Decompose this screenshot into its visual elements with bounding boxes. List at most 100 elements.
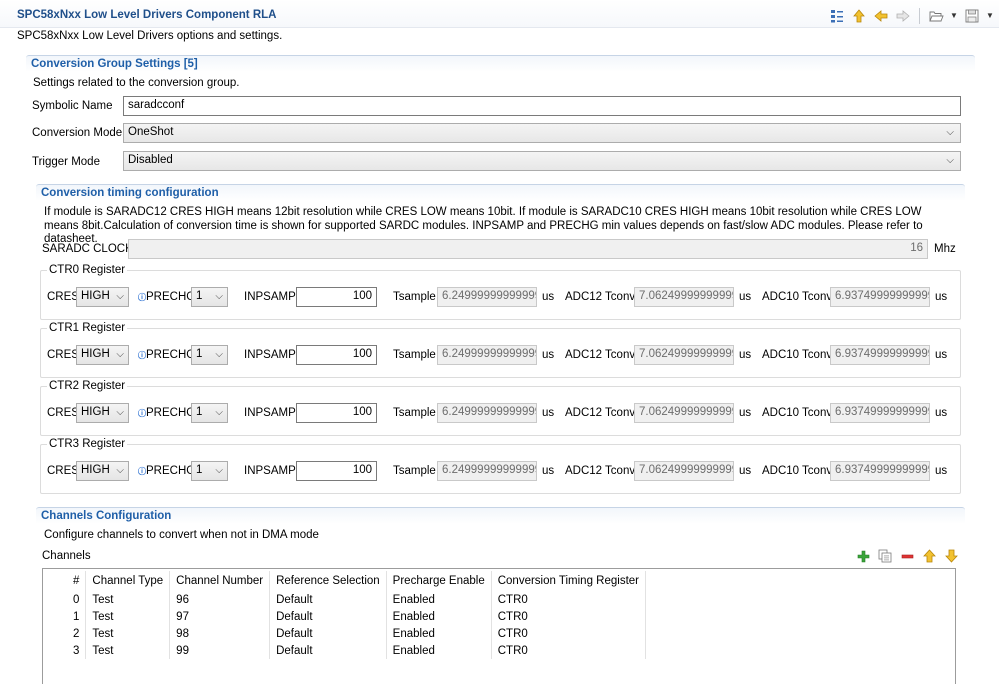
adc12-tconv-label: ADC12 Tconv [565,349,636,361]
chevron-down-icon: ⌵ [946,155,954,166]
tsample-field[interactable]: 6.249999999999999 [437,287,537,307]
table-cell: Test [85,591,171,608]
register-name: CTR1 Register [47,322,128,334]
adc10-tconv-unit: us [935,291,948,303]
trigger-mode-select[interactable]: Disabled ⌵ [123,151,961,171]
timing-title[interactable]: Conversion timing configuration [41,187,219,199]
saradc-clock-field[interactable]: 16 [128,239,928,259]
adc12-tconv-field[interactable]: 7.062499999999999 [634,287,734,307]
table-row[interactable]: 0 Test 96 Default Enabled CTR0 [67,591,647,608]
column-header[interactable]: Reference Selection [269,571,387,591]
inpsamp-input[interactable]: 100 [296,345,377,365]
arrow-up-icon[interactable] [851,8,867,24]
conversion-mode-value: OneShot [128,126,174,138]
info-icon: ⓘ [138,293,146,302]
prechg-label-text: PRECHG [146,407,196,419]
tsample-field[interactable]: 6.249999999999999 [437,461,537,481]
table-cell: Test [85,642,171,659]
conversion-mode-select[interactable]: OneShot ⌵ [123,123,961,143]
adc10-tconv-field[interactable]: 6.937499999999999 [830,461,930,481]
chevron-down-icon: ⌵ [116,291,124,302]
info-icon: ⓘ [138,409,146,418]
adc12-tconv-field[interactable]: 7.062499999999999 [634,345,734,365]
channels-title[interactable]: Channels Configuration [41,510,171,522]
adc10-tconv-unit: us [935,407,948,419]
conversion-group-title[interactable]: Conversion Group Settings [5] [31,58,198,70]
remove-icon[interactable] [899,548,915,564]
column-header[interactable]: Channel Type [85,571,171,591]
adc10-tconv-field[interactable]: 6.937499999999999 [830,287,930,307]
prechg-value: 1 [196,464,203,476]
prechg-select[interactable]: 1 ⌵ [191,461,228,481]
table-cell: Enabled [386,608,492,625]
column-header[interactable]: # [67,571,87,591]
cres-value: HIGH [81,290,110,302]
editor-toolbar: ▼ ▼ [829,8,994,24]
tsample-unit: us [542,291,555,303]
prechg-select[interactable]: 1 ⌵ [191,287,228,307]
inpsamp-input[interactable]: 100 [296,403,377,423]
register-name: CTR3 Register [47,438,128,450]
cres-select[interactable]: HIGH ⌵ [76,287,129,307]
cres-value: HIGH [81,406,110,418]
prechg-value: 1 [196,348,203,360]
chevron-down-icon: ⌵ [215,465,223,476]
conversion-group-description: Settings related to the conversion group… [33,77,240,89]
chevron-down-icon[interactable]: ▼ [950,8,958,24]
prechg-value: 1 [196,290,203,302]
prechg-label: ⓘPRECHG [138,291,195,303]
register-name: CTR2 Register [47,380,128,392]
trigger-mode-label: Trigger Mode [32,156,100,168]
cres-value: HIGH [81,464,110,476]
cres-select[interactable]: HIGH ⌵ [76,345,129,365]
arrow-left-icon[interactable] [873,8,889,24]
chevron-down-icon[interactable]: ▼ [986,8,994,24]
prechg-select[interactable]: 1 ⌵ [191,345,228,365]
tsample-field[interactable]: 6.249999999999999 [437,403,537,423]
adc12-tconv-field[interactable]: 7.062499999999999 [634,403,734,423]
adc12-tconv-field[interactable]: 7.062499999999999 [634,461,734,481]
adc10-tconv-field[interactable]: 6.937499999999999 [830,345,930,365]
tsample-field[interactable]: 6.249999999999999 [437,345,537,365]
folder-open-icon[interactable] [928,8,944,24]
column-header[interactable]: Channel Number [169,571,271,591]
column-header[interactable]: Precharge Enable [386,571,492,591]
adc10-tconv-label: ADC10 Tconv [762,291,833,303]
symbolic-name-input[interactable]: saradcconf [123,96,961,116]
tsample-unit: us [542,349,555,361]
prechg-value: 1 [196,406,203,418]
prechg-select[interactable]: 1 ⌵ [191,403,228,423]
table-cell: Test [85,625,171,642]
inpsamp-label: INPSAMP [244,291,296,303]
chevron-down-icon: ⌵ [116,407,124,418]
inpsamp-input[interactable]: 100 [296,287,377,307]
prechg-label-text: PRECHG [146,291,196,303]
table-cell: Enabled [386,625,492,642]
duplicate-icon[interactable] [877,548,893,564]
cres-select[interactable]: HIGH ⌵ [76,461,129,481]
symbolic-name-label: Symbolic Name [32,100,113,112]
table-cell: 97 [169,608,271,625]
tree-icon[interactable] [829,8,845,24]
info-icon: ⓘ [138,467,146,476]
adc12-tconv-unit: us [739,407,752,419]
arrow-right-icon[interactable] [895,8,911,24]
conversion-mode-label: Conversion Mode [32,127,123,139]
cres-label: CRES [47,407,79,419]
move-up-icon[interactable] [921,548,937,564]
inpsamp-input[interactable]: 100 [296,461,377,481]
column-header[interactable]: Conversion Timing Register [491,571,647,591]
adc10-tconv-field[interactable]: 6.937499999999999 [830,403,930,423]
table-row[interactable]: 1 Test 97 Default Enabled CTR0 [67,608,647,625]
move-down-icon[interactable] [943,548,959,564]
inpsamp-label: INPSAMP [244,407,296,419]
table-row[interactable]: 2 Test 98 Default Enabled CTR0 [67,625,647,642]
add-icon[interactable] [855,548,871,564]
save-icon[interactable] [964,8,980,24]
cres-select[interactable]: HIGH ⌵ [76,403,129,423]
adc10-tconv-label: ADC10 Tconv [762,407,833,419]
tsample-unit: us [542,465,555,477]
table-row[interactable]: 3 Test 99 Default Enabled CTR0 [67,642,647,659]
tsample-label: Tsample [393,407,436,419]
chevron-down-icon: ⌵ [116,465,124,476]
